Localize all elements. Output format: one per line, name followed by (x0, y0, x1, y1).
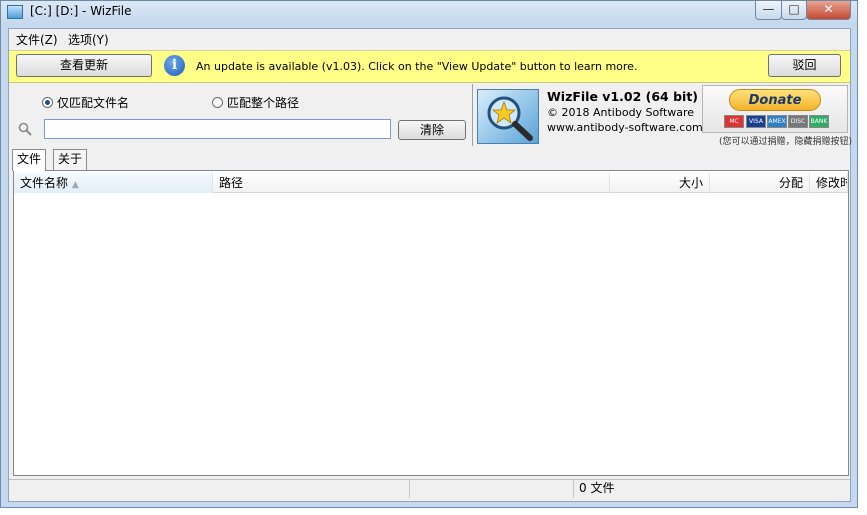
wizfile-app-icon (7, 5, 23, 19)
mastercard-icon: MC (724, 115, 744, 128)
column-label: 大小 (678, 176, 703, 190)
radio-match-fullpath-label[interactable]: 匹配整个路径 (227, 94, 299, 111)
dismiss-button[interactable]: 驳回 (768, 54, 841, 77)
menu-bar (9, 29, 850, 49)
column-label: 路径 (219, 176, 244, 190)
donate-note: (您可以通过捐赠，隐藏捐赠按钮) (719, 137, 853, 147)
close-icon: ✕ (823, 2, 834, 16)
column-header-size[interactable]: 大小 (610, 173, 710, 193)
panel-divider (472, 84, 473, 146)
update-message: An update is available (v1.03). Click on… (196, 60, 638, 73)
minimize-button[interactable]: — (755, 0, 782, 20)
window-right-edge (851, 28, 857, 502)
product-website[interactable]: www.antibody-software.com (547, 121, 703, 134)
product-name: WizFile v1.02 (64 bit) (547, 89, 699, 104)
column-label: 文件名称 (20, 176, 69, 190)
donate-button[interactable]: Donate (729, 89, 821, 111)
tab-files[interactable]: 文件 (12, 149, 47, 171)
column-label: 分配 (778, 176, 803, 190)
view-update-button[interactable]: 查看更新 (16, 54, 152, 77)
wizfile-logo (477, 89, 539, 144)
results-list[interactable] (13, 170, 849, 476)
column-label: 修改时 (816, 176, 847, 190)
visa-icon: VISA (746, 115, 766, 128)
window-title: [C:] [D:] - WizFile (30, 4, 132, 18)
minimize-icon: — (762, 2, 775, 16)
clear-button[interactable]: 清除 (398, 120, 466, 140)
column-header-allocated[interactable]: 分配 (710, 173, 810, 193)
status-cell-empty (409, 480, 573, 498)
radio-match-fullpath[interactable] (212, 97, 223, 108)
menu-options[interactable]: 选项(Y) (68, 31, 109, 48)
tab-about[interactable]: 关于 (53, 149, 88, 170)
search-input[interactable] (44, 119, 391, 139)
info-icon: i (164, 55, 185, 76)
radio-match-filename[interactable] (42, 97, 53, 108)
column-header-filename[interactable]: 文件名称 ▲ (14, 173, 213, 193)
discover-icon: DISC (788, 115, 808, 128)
radio-match-filename-label[interactable]: 仅匹配文件名 (57, 94, 129, 111)
amex-icon: AMEX (767, 115, 787, 128)
column-header-modified[interactable]: 修改时 (810, 173, 848, 193)
product-copyright: © 2018 Antibody Software (547, 106, 695, 119)
column-header-path[interactable]: 路径 (213, 173, 610, 193)
maximize-button[interactable]: □ (781, 0, 807, 20)
menu-file[interactable]: 文件(Z) (16, 31, 58, 48)
close-button[interactable]: ✕ (806, 0, 851, 20)
sort-ascending-icon: ▲ (71, 180, 79, 190)
search-icon (18, 122, 32, 136)
bank-icon: BANK (809, 115, 829, 128)
maximize-icon: □ (788, 2, 800, 16)
status-file-count: 0 文件 (573, 480, 849, 498)
magnifier-star-icon (487, 96, 533, 141)
